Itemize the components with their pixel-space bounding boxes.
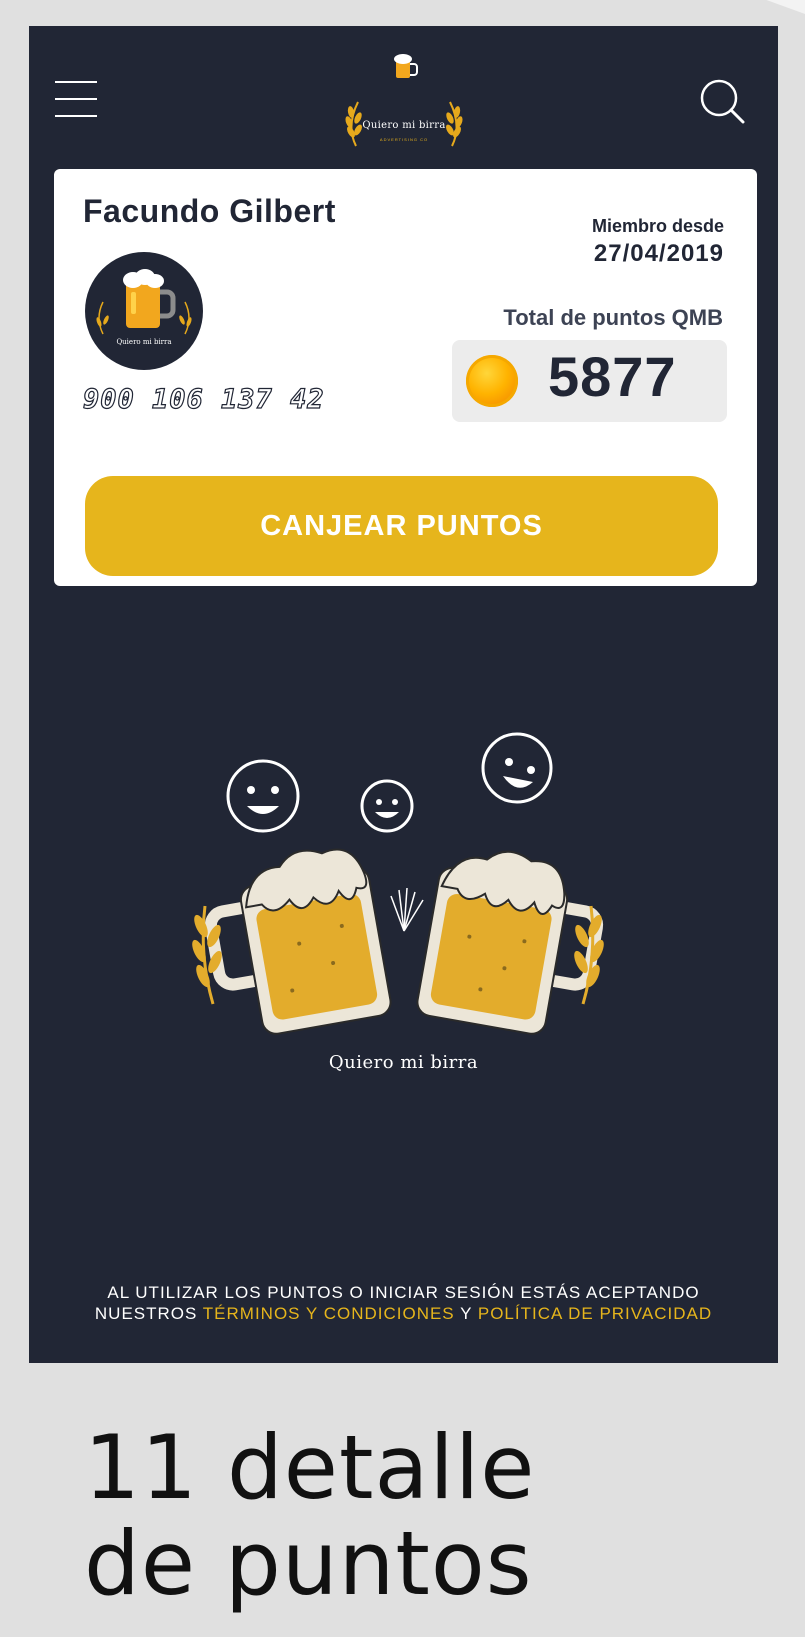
brand-logo[interactable]: Quiero mi birra ADVERTISING CO — [334, 46, 474, 156]
privacy-link[interactable]: POLÍTICA DE PRIVACIDAD — [478, 1304, 712, 1323]
legal-notice: AL UTILIZAR LOS PUNTOS O INICIAR SESIÓN … — [29, 1282, 778, 1324]
menu-line — [55, 81, 97, 83]
screen-caption: 11 detalle de puntos — [84, 1420, 535, 1612]
user-name: Facundo Gilbert — [83, 193, 336, 229]
corner-decoration — [705, 0, 805, 19]
member-card-number: 900 106 137 42 — [82, 383, 325, 415]
legal-prefix: NUESTROS — [94, 1304, 198, 1323]
points-total-label: Total de puntos QMB — [503, 305, 723, 330]
avatar: Quiero mi birra — [85, 252, 203, 370]
redeem-points-button[interactable]: CANJEAR PUNTOS — [85, 476, 718, 576]
logo-text: Quiero mi birra — [362, 120, 446, 131]
legal-line-2: NUESTROS TÉRMINOS Y CONDICIONES Y POLÍTI… — [29, 1303, 778, 1324]
legal-line-1: AL UTILIZAR LOS PUNTOS O INICIAR SESIÓN … — [107, 1283, 700, 1302]
points-total-box: 5877 — [452, 340, 727, 422]
caption-line-2: de puntos — [84, 1512, 533, 1615]
beer-cheers-icon — [192, 732, 604, 1035]
cheers-illustration — [169, 726, 639, 1086]
points-total-value: 5877 — [548, 345, 677, 408]
terms-link[interactable]: TÉRMINOS Y CONDICIONES — [203, 1304, 455, 1323]
beer-mug-icon — [96, 269, 192, 335]
menu-line — [55, 98, 97, 100]
search-icon — [700, 79, 745, 124]
hamburger-menu-button[interactable] — [55, 81, 97, 117]
logo-subtext: ADVERTISING CO — [379, 137, 429, 142]
member-since-label: Miembro desde — [591, 216, 724, 236]
avatar-text: Quiero mi birra — [116, 338, 172, 346]
search-button[interactable] — [699, 78, 745, 124]
illustration-caption: Quiero mi birra — [328, 1052, 479, 1073]
profile-card: Facundo Gilbert Quiero mi birra 900 106 … — [54, 169, 757, 586]
coin-icon — [466, 355, 518, 407]
caption-line-1: 11 detalle — [84, 1416, 536, 1519]
app-screen: Quiero mi birra ADVERTISING CO Facundo G… — [29, 26, 778, 1363]
menu-line — [55, 115, 97, 117]
legal-and: Y — [460, 1304, 473, 1323]
member-since-date: 27/04/2019 — [593, 240, 724, 267]
